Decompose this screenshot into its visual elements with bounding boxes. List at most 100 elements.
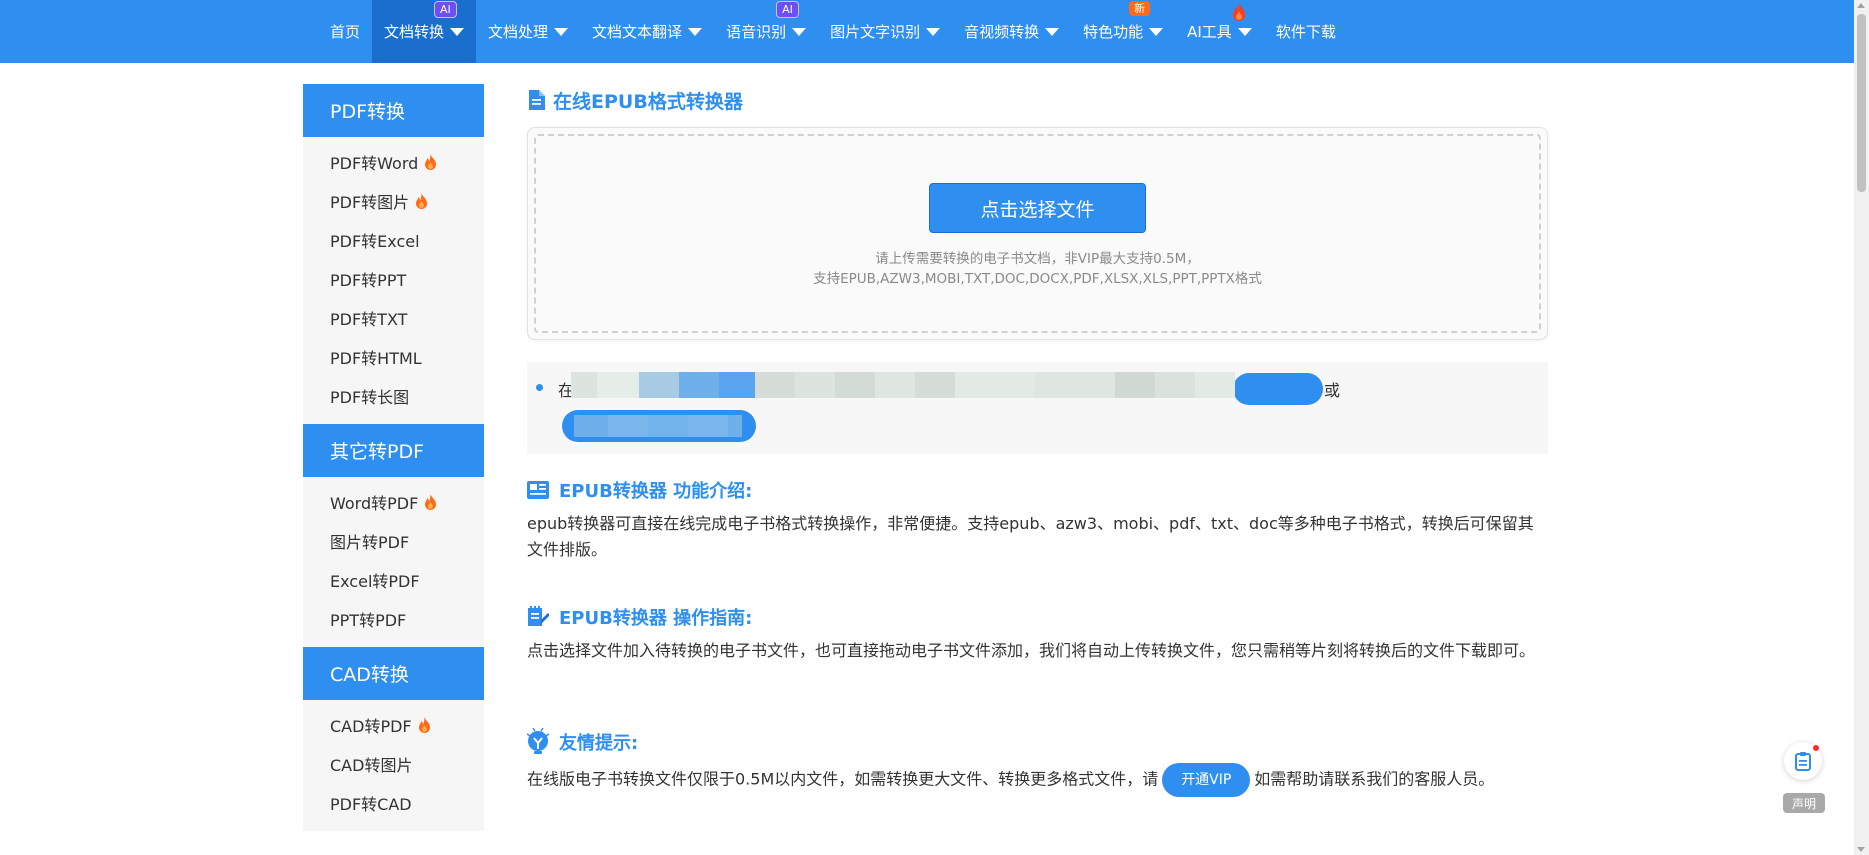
nav-item-label: 文档文本翻译 [592,23,683,41]
guide-title: EPUB转换器 操作指南: [527,602,1548,632]
upload-hint-line2: 支持EPUB,AZW3,MOBI,TXT,DOC,DOCX,PDF,XLSX,X… [813,271,1262,287]
scroll-up-arrow[interactable] [1857,3,1865,8]
sidebar-item[interactable]: Word转PDF [303,482,484,521]
statement-label[interactable]: 声明 [1783,793,1825,813]
caret-down-icon [688,27,703,36]
nav-item-label: 文档转换 [384,23,445,41]
scrollbar-thumb[interactable] [1857,14,1866,192]
hot-fire-icon [415,192,428,209]
sidebar-item-label: CAD转图片 [330,755,413,775]
select-file-button[interactable]: 点击选择文件 [929,183,1146,233]
notice-or-text: 或 [1324,381,1341,400]
document-icon [529,90,545,110]
guide-body: 点击选择文件加入待转换的电子书文件，也可直接拖动电子书文件添加，我们将自动上传转… [527,641,1536,660]
nav-item-1[interactable]: 文档转换 AI [372,0,477,63]
sidebar-item[interactable]: CAD转PDF [303,705,484,744]
tips-body-after: 如需帮助请联系我们的客服人员。 [1254,769,1495,789]
nav-item-8[interactable]: AI工具 [1175,0,1264,63]
hot-flame-icon [1231,2,1247,22]
sidebar-item[interactable]: Excel转PDF [303,560,484,599]
intro-title: EPUB转换器 功能介绍: [527,475,1548,505]
tips-body: 在线版电子书转换文件仅限于0.5M以内文件，如需转换更大文件、转换更多格式文件，… [527,763,1548,797]
statement-float-button[interactable] [1784,742,1822,780]
sidebar-item-label: PDF转图片 [330,192,410,212]
intro-title-text: EPUB转换器 功能介绍: [559,481,753,502]
sidebar-item[interactable]: PPT转PDF [303,599,484,638]
guide-section: EPUB转换器 操作指南: 点击选择文件加入待转换的电子书文件，也可直接拖动电子… [527,602,1548,664]
sidebar-group-list: CAD转PDF CAD转图片 PDF转CAD [303,700,484,831]
sidebar-group-list: Word转PDF 图片转PDF Excel转PDF PPT转PDF [303,477,484,647]
nav-item-label: 特色功能 [1083,23,1144,41]
edit-document-icon [528,606,549,626]
upload-dropzone[interactable]: 点击选择文件 请上传需要转换的电子书文档，非VIP最大支持0.5M， 支持EPU… [527,127,1548,340]
nav-item-label: 首页 [330,23,361,41]
hot-fire-icon [418,716,431,733]
sidebar-item[interactable]: PDF转CAD [303,783,484,822]
sidebar-item-label: PDF转PPT [330,270,407,290]
nav-item-label: 软件下载 [1275,23,1336,41]
nav-item-0[interactable]: 首页 [318,0,372,63]
tips-section: 友情提示: 在线版电子书转换文件仅限于0.5M以内文件，如需转换更大文件、转换更… [527,727,1548,797]
sidebar-item-label: PDF转Word [330,153,419,173]
nav-item-label: 图片文字识别 [830,23,921,41]
caret-down-icon [450,27,465,36]
nav-item-9[interactable]: 软件下载 [1264,0,1348,63]
sidebar-item[interactable]: PDF转TXT [303,298,484,337]
sidebar-item-label: 图片转PDF [330,532,410,552]
sidebar-item-label: Word转PDF [330,493,419,513]
notice-second-button[interactable] [562,410,756,442]
sidebar-item[interactable]: PDF转HTML [303,337,484,376]
tips-body-before: 在线版电子书转换文件仅限于0.5M以内文件，如需转换更大文件、转换更多格式文件，… [527,769,1159,789]
sidebar-group-list: PDF转Word PDF转图片 PDF转Excel PDF转PPT PDF转TXT PDF… [303,137,484,424]
new-badge: 新 [1129,1,1151,16]
tips-title-text: 友情提示: [559,733,639,754]
sidebar-item[interactable]: 图片转PDF [303,521,484,560]
sidebar-item-label: PDF转Excel [330,231,420,251]
sidebar-item[interactable]: PDF转图片 [303,181,484,220]
sidebar-item-label: Excel转PDF [330,571,420,591]
sidebar-item-label: PPT转PDF [330,610,407,630]
caret-down-icon [1237,27,1252,36]
scroll-down-arrow[interactable] [1857,847,1865,852]
sidebar-item-label: PDF转TXT [330,309,408,329]
caret-down-icon [926,27,941,36]
upload-hint: 请上传需要转换的电子书文档，非VIP最大支持0.5M， 支持EPUB,AZW3,… [528,249,1547,289]
sidebar-group-title[interactable]: PDF转换 [303,84,484,137]
sidebar-item[interactable]: PDF转Excel [303,220,484,259]
sidebar-item-label: PDF转HTML [330,348,422,368]
page-title-text: 在线EPUB格式转换器 [553,90,743,113]
sidebar-item[interactable]: PDF转长图 [303,376,484,415]
newspaper-icon [527,481,549,499]
sidebar-item[interactable]: PDF转Word [303,142,484,181]
nav-item-5[interactable]: 图片文字识别 [818,0,952,63]
sidebar-item[interactable]: CAD转图片 [303,744,484,783]
page-scrollbar[interactable] [1854,0,1869,855]
page-title: 在线EPUB格式转换器 [527,84,1548,116]
top-navigation-bar: 首页 文档转换 AI 文档处理 文档文本翻译 语音识别 AI 图片文字识别 音视频转换 特色功能 新… [0,0,1854,63]
sidebar-item-label: PDF转CAD [330,794,412,814]
upload-hint-line1: 请上传需要转换的电子书文档，非VIP最大支持0.5M， [875,251,1200,267]
sidebar-group-title[interactable]: CAD转换 [303,647,484,700]
nav-item-4[interactable]: 语音识别 AI [714,0,818,63]
main-content: 在线EPUB格式转换器 点击选择文件 请上传需要转换的电子书文档，非VIP最大支… [527,84,1548,797]
hot-fire-icon [424,153,437,170]
sidebar: PDF转换 PDF转Word PDF转图片 PDF转Excel PDF转PPT PDF转T… [303,84,484,831]
nav-menu: 首页 文档转换 AI 文档处理 文档文本翻译 语音识别 AI 图片文字识别 音视频转换 特色功能 新… [318,0,1348,63]
sidebar-item-label: CAD转PDF [330,716,412,736]
nav-item-6[interactable]: 音视频转换 [952,0,1071,63]
guide-title-text: EPUB转换器 操作指南: [559,608,753,629]
sidebar-item[interactable]: PDF转PPT [303,259,484,298]
nav-item-label: AI工具 [1187,23,1232,41]
hot-fire-icon [424,493,437,510]
blurred-notice-text [571,372,1235,398]
caret-down-icon [1045,27,1060,36]
caret-down-icon [1149,27,1164,36]
open-vip-button[interactable]: 开通VIP [1162,763,1251,797]
nav-item-7[interactable]: 特色功能 新 [1071,0,1175,63]
notice-action-button[interactable] [1233,373,1323,405]
sidebar-group-title[interactable]: 其它转PDF [303,424,484,477]
notification-dot [1813,745,1819,751]
ai-badge: AI [434,1,457,18]
nav-item-3[interactable]: 文档文本翻译 [580,0,714,63]
nav-item-2[interactable]: 文档处理 [476,0,580,63]
